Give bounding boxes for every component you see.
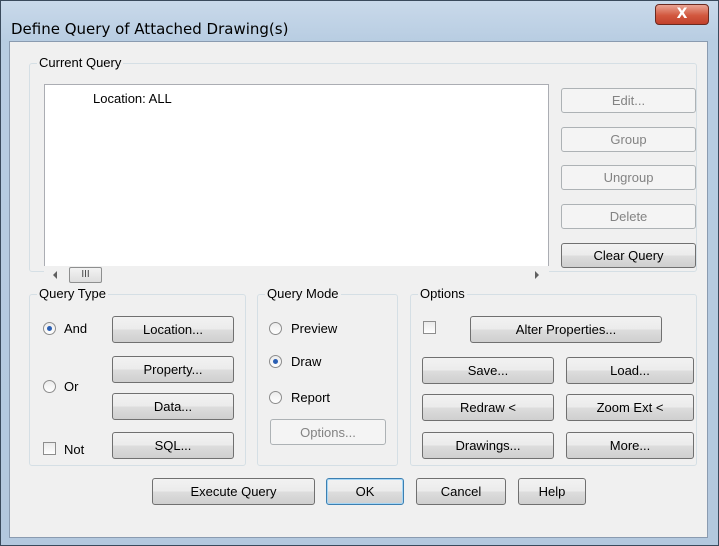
report-label[interactable]: Report — [291, 390, 330, 405]
cancel-button[interactable]: Cancel — [416, 478, 506, 505]
close-button[interactable]: X — [655, 4, 709, 25]
drawings-button[interactable]: Drawings... — [422, 432, 554, 459]
execute-query-button[interactable]: Execute Query — [152, 478, 315, 505]
scroll-thumb[interactable]: III — [69, 267, 102, 283]
dialog-window: Define Query of Attached Drawing(s) X Cu… — [0, 0, 719, 546]
options-label: Options — [418, 286, 467, 301]
or-label[interactable]: Or — [64, 379, 78, 394]
horizontal-scrollbar[interactable]: III — [44, 266, 549, 284]
and-label[interactable]: And — [64, 321, 87, 336]
or-radio[interactable] — [43, 380, 56, 393]
not-label[interactable]: Not — [64, 442, 84, 457]
sql-button[interactable]: SQL... — [112, 432, 234, 459]
property-button[interactable]: Property... — [112, 356, 234, 383]
dialog-client-area: Current Query Location: ALL III Edit... … — [9, 41, 708, 538]
data-button[interactable]: Data... — [112, 393, 234, 420]
delete-button[interactable]: Delete — [561, 204, 696, 229]
load-button[interactable]: Load... — [566, 357, 694, 384]
report-radio[interactable] — [269, 391, 282, 404]
scroll-right-icon[interactable] — [535, 271, 539, 279]
mode-options-button[interactable]: Options... — [270, 419, 386, 445]
more-button[interactable]: More... — [566, 432, 694, 459]
ungroup-button[interactable]: Ungroup — [561, 165, 696, 190]
not-checkbox[interactable] — [43, 442, 56, 455]
preview-label[interactable]: Preview — [291, 321, 337, 336]
title-bar[interactable]: Define Query of Attached Drawing(s) X — [1, 1, 718, 41]
location-button[interactable]: Location... — [112, 316, 234, 343]
group-button[interactable]: Group — [561, 127, 696, 152]
redraw-button[interactable]: Redraw < — [422, 394, 554, 421]
draw-label[interactable]: Draw — [291, 354, 321, 369]
alter-properties-checkbox[interactable] — [423, 321, 436, 334]
edit-button[interactable]: Edit... — [561, 88, 696, 113]
zoom-ext-button[interactable]: Zoom Ext < — [566, 394, 694, 421]
clear-query-button[interactable]: Clear Query — [561, 243, 696, 268]
alter-properties-button[interactable]: Alter Properties... — [470, 316, 662, 343]
close-icon: X — [676, 6, 688, 22]
query-type-label: Query Type — [37, 286, 108, 301]
help-button[interactable]: Help — [518, 478, 586, 505]
query-listbox[interactable]: Location: ALL — [44, 84, 549, 267]
window-title: Define Query of Attached Drawing(s) — [11, 20, 289, 38]
draw-radio[interactable] — [269, 355, 282, 368]
save-button[interactable]: Save... — [422, 357, 554, 384]
scroll-left-icon[interactable] — [53, 271, 57, 279]
ok-button[interactable]: OK — [326, 478, 404, 505]
query-mode-label: Query Mode — [265, 286, 341, 301]
preview-radio[interactable] — [269, 322, 282, 335]
and-radio[interactable] — [43, 322, 56, 335]
current-query-label: Current Query — [37, 55, 124, 70]
list-item[interactable]: Location: ALL — [93, 91, 172, 106]
